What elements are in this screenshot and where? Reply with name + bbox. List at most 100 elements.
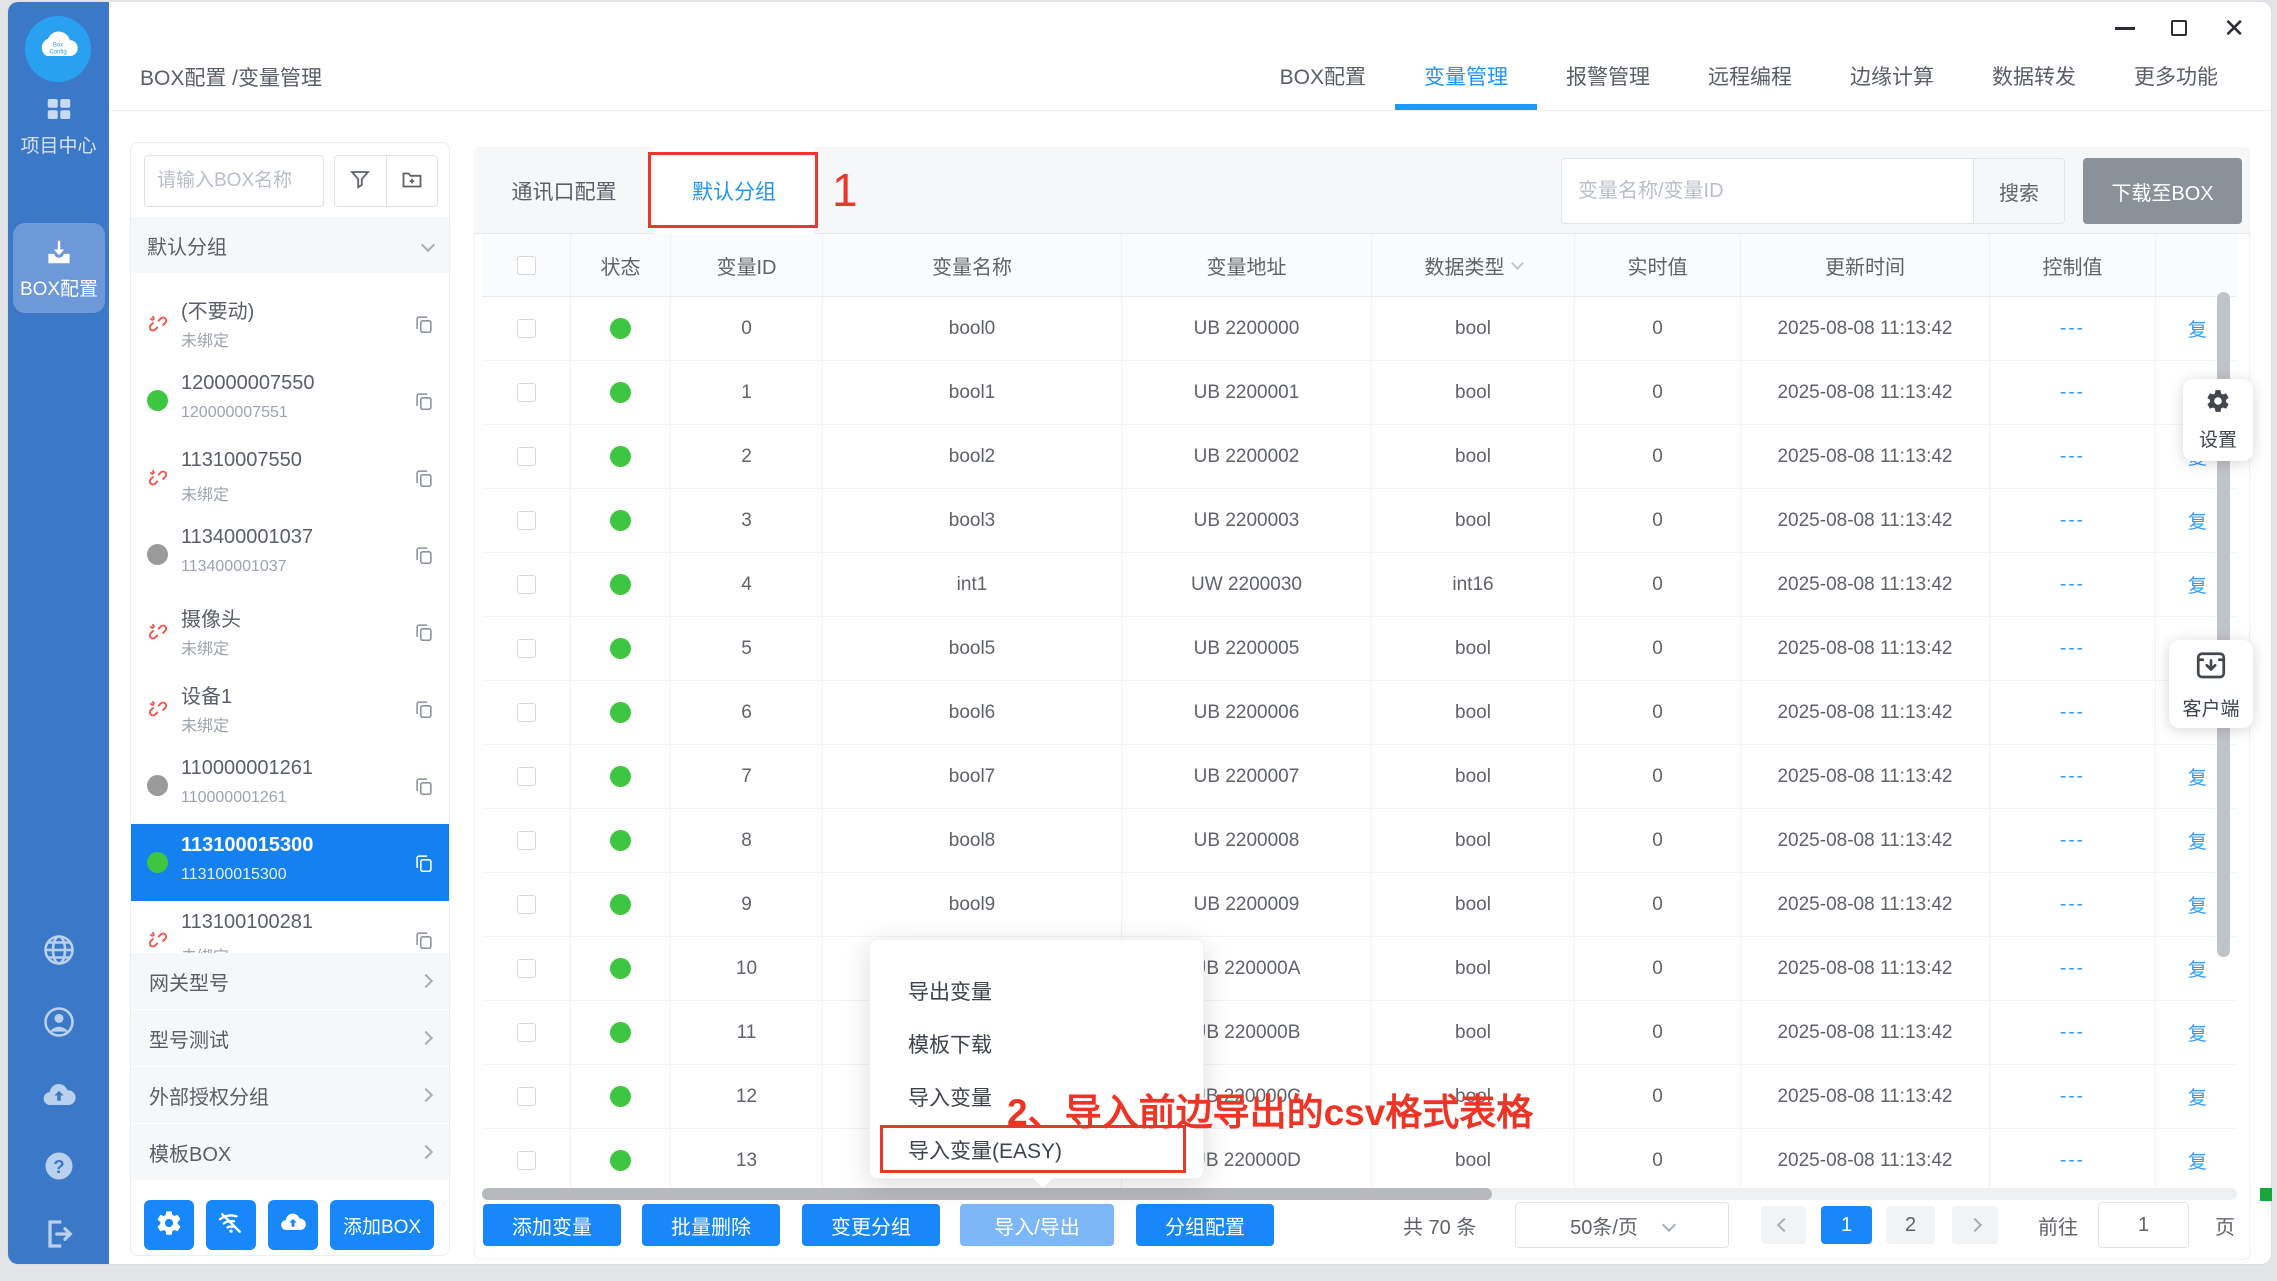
floating-settings-button[interactable]: 设置 (2183, 379, 2253, 461)
row-checkbox[interactable] (517, 959, 536, 978)
row-checkbox[interactable] (517, 895, 536, 914)
copy-icon[interactable] (413, 621, 435, 643)
row-checkbox[interactable] (517, 319, 536, 338)
prev-page-button[interactable] (1761, 1206, 1806, 1244)
sidebar-item-project-center[interactable]: 项目中心 (8, 94, 109, 158)
cloud-sync-button[interactable] (8, 1078, 109, 1119)
row-checkbox[interactable] (517, 575, 536, 594)
table-row: 9 bool9 UB 2200009 bool 0 2025-08-08 11:… (482, 873, 2237, 937)
row-checkbox[interactable] (517, 1087, 536, 1106)
device-item[interactable]: 摄像头 未绑定 (131, 593, 449, 670)
page-button[interactable]: 2 (1886, 1206, 1935, 1244)
copy-icon[interactable] (413, 390, 435, 412)
copy-icon[interactable] (413, 313, 435, 335)
tab-comm-port-config[interactable]: 通讯口配置 (474, 147, 654, 234)
menu-item[interactable]: 导出变量 (870, 964, 1203, 1017)
minimize-button[interactable] (2115, 27, 2135, 30)
page-button[interactable]: 1 (1821, 1206, 1872, 1244)
client-download-icon (2193, 647, 2229, 688)
select-all-checkbox[interactable] (517, 256, 536, 275)
row-checkbox[interactable] (517, 767, 536, 786)
logout-button[interactable] (8, 1216, 109, 1257)
add-group-button[interactable] (386, 156, 438, 206)
device-item[interactable]: 113400001037 113400001037 (131, 516, 449, 593)
horizontal-scrollbar[interactable] (482, 1188, 2237, 1200)
cloud-upload-button[interactable] (268, 1200, 318, 1250)
group-list: 网关型号 型号测试 外部授权分组 模板BOX (131, 953, 449, 1181)
row-checkbox[interactable] (517, 831, 536, 850)
row-checkbox[interactable] (517, 447, 536, 466)
sidebar-item-box-config[interactable]: BOX配置 (13, 223, 105, 313)
maximize-button[interactable] (2171, 20, 2187, 36)
status-dot (610, 766, 631, 787)
row-checkbox[interactable] (517, 511, 536, 530)
add-box-button[interactable]: 添加BOX (330, 1200, 434, 1250)
nav-item[interactable]: 边缘计算 (1821, 42, 1963, 110)
group-row[interactable]: 外部授权分组 (131, 1067, 449, 1123)
chevron-right-icon (419, 974, 433, 988)
variable-search-input[interactable] (1561, 158, 1973, 224)
chevron-right-icon (419, 1088, 433, 1102)
broken-link-icon (147, 698, 169, 720)
row-checkbox[interactable] (517, 1023, 536, 1042)
globe-button[interactable] (8, 932, 109, 973)
scrollbar-thumb[interactable] (482, 1188, 1492, 1200)
toolbar-button[interactable]: 导入/导出 (960, 1204, 1114, 1246)
nav-item[interactable]: 更多功能 (2105, 42, 2247, 110)
floating-client-button[interactable]: 客户端 (2169, 640, 2253, 728)
nav-item[interactable]: 变量管理 (1395, 42, 1537, 110)
search-button[interactable]: 搜索 (1973, 158, 2065, 224)
toolbar-button[interactable]: 变更分组 (802, 1204, 940, 1246)
device-item[interactable]: 120000007550 120000007551 (131, 362, 449, 439)
control-value: --- (1990, 361, 2156, 425)
toolbar-button[interactable]: 添加变量 (483, 1204, 621, 1246)
device-item[interactable]: 11310007550 未绑定 (131, 439, 449, 516)
row-op-link[interactable]: 复 (2156, 1065, 2237, 1129)
device-group-header[interactable]: 默认分组 (131, 217, 449, 273)
row-checkbox[interactable] (517, 703, 536, 722)
account-button[interactable] (8, 1004, 109, 1045)
group-row[interactable]: 模板BOX (131, 1124, 449, 1180)
wifi-config-button[interactable] (206, 1200, 256, 1250)
nav-item[interactable]: BOX配置 (1251, 42, 1395, 110)
header-cell: 实时值 (1575, 234, 1741, 297)
settings-button[interactable] (144, 1200, 194, 1250)
help-button[interactable]: ? (8, 1148, 109, 1189)
row-checkbox[interactable] (517, 639, 536, 658)
toolbar-button[interactable]: 批量删除 (642, 1204, 780, 1246)
copy-icon[interactable] (413, 929, 435, 951)
copy-icon[interactable] (413, 852, 435, 874)
device-item[interactable]: (不要动) 未绑定 (131, 285, 449, 362)
box-search-input[interactable] (144, 155, 324, 207)
copy-icon[interactable] (413, 775, 435, 797)
import-export-menu: 导出变量模板下载导入变量导入变量(EASY) (869, 939, 1204, 1179)
nav-item[interactable]: 远程编程 (1679, 42, 1821, 110)
device-item[interactable]: 110000001261 110000001261 (131, 747, 449, 824)
row-checkbox[interactable] (517, 383, 536, 402)
toolbar-button[interactable]: 分组配置 (1136, 1204, 1274, 1246)
close-button[interactable]: ✕ (2223, 18, 2245, 38)
goto-page-input[interactable] (2098, 1202, 2189, 1248)
row-op-link[interactable]: 复 (2156, 1129, 2237, 1193)
device-item[interactable]: 设备1 未绑定 (131, 670, 449, 747)
table-row: 0 bool0 UB 2200000 bool 0 2025-08-08 11:… (482, 297, 2237, 361)
copy-icon[interactable] (413, 698, 435, 720)
menu-item[interactable]: 模板下载 (870, 1017, 1203, 1070)
download-to-box-button[interactable]: 下载至BOX (2083, 158, 2242, 224)
nav-item[interactable]: 数据转发 (1963, 42, 2105, 110)
copy-icon[interactable] (413, 467, 435, 489)
filter-button[interactable] (335, 156, 386, 206)
nav-item[interactable]: 报警管理 (1537, 42, 1679, 110)
next-page-button[interactable] (1952, 1206, 1998, 1244)
page-size-select[interactable]: 50条/页 (1515, 1202, 1729, 1248)
group-row[interactable]: 网关型号 (131, 953, 449, 1009)
device-item[interactable]: 113100015300 113100015300 (131, 824, 449, 901)
row-op-link[interactable]: 复 (2156, 1001, 2237, 1065)
group-row[interactable]: 型号测试 (131, 1010, 449, 1066)
row-checkbox[interactable] (517, 1151, 536, 1170)
tab-default-group[interactable]: 默认分组 (654, 147, 814, 234)
device-item[interactable]: 113100100281 未绑定 (131, 901, 449, 953)
wifi-off-icon (217, 1209, 245, 1242)
copy-icon[interactable] (413, 544, 435, 566)
status-dot (610, 318, 631, 339)
